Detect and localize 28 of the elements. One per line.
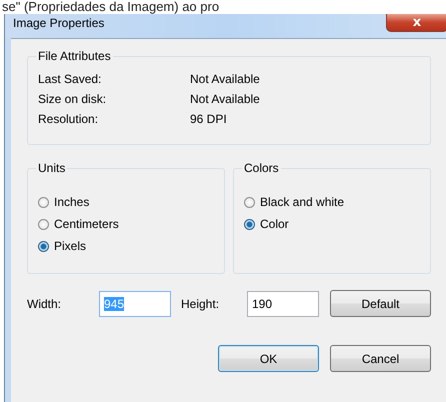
group-title: Units	[37, 161, 66, 175]
dialog-button[interactable]: OK	[218, 345, 319, 372]
option-label[interactable]: Inches	[54, 195, 90, 209]
width-label: Width:	[27, 296, 62, 310]
attribute-label: Size on disk:	[38, 92, 108, 106]
attribute-label: Resolution:	[38, 112, 100, 126]
option-label[interactable]: Black and white	[260, 195, 344, 209]
radio-button[interactable]	[38, 196, 49, 208]
group-title: File Attributes	[37, 49, 112, 63]
caption-text: se" (Propriedades da Imagem) ao pro	[1, 0, 220, 14]
close-button[interactable]: x	[386, 14, 446, 32]
window-title: Image Properties	[13, 16, 104, 30]
attribute-value: Not Available	[190, 92, 260, 106]
radio-button[interactable]	[244, 196, 255, 208]
group-title: Colors	[243, 161, 280, 175]
option-label[interactable]: Pixels	[54, 239, 86, 253]
option-label[interactable]: Color	[260, 217, 289, 231]
radio-button[interactable]	[244, 218, 255, 230]
attribute-label: Last Saved:	[38, 72, 102, 86]
dialog-button[interactable]: Cancel	[330, 345, 431, 372]
attribute-value: Not Available	[190, 72, 260, 86]
radio-button[interactable]	[38, 218, 49, 230]
attribute-value: 96 DPI	[190, 112, 227, 126]
height-field[interactable]: 190	[247, 290, 319, 316]
option-label[interactable]: Centimeters	[54, 217, 119, 231]
radio-button[interactable]	[38, 240, 49, 252]
default-button[interactable]: Default	[330, 290, 431, 317]
height-label: Height:	[181, 296, 220, 310]
